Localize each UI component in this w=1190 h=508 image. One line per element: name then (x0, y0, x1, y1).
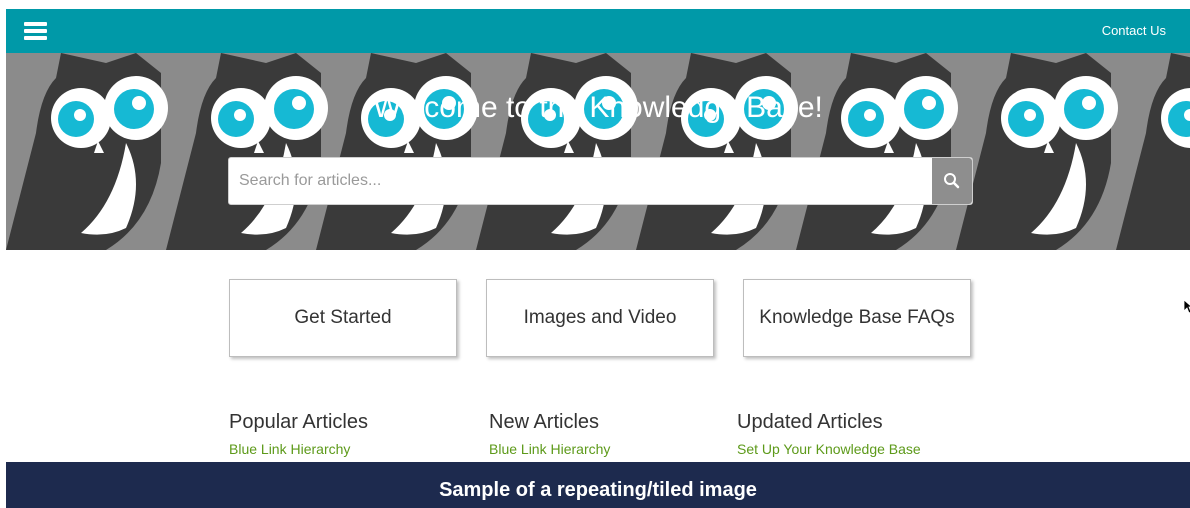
contact-us-link[interactable]: Contact Us (1102, 23, 1166, 38)
popular-articles-column: Popular Articles Blue Link Hierarchy (229, 411, 368, 457)
hero-banner: Welcome to the Knowledge Base! (6, 53, 1190, 250)
search-icon (944, 173, 960, 189)
mouse-cursor-icon (1184, 300, 1190, 314)
popular-article-link[interactable]: Blue Link Hierarchy (229, 441, 368, 457)
page-frame: Contact Us Welcome to the Knowledge Base… (6, 9, 1190, 508)
search-bar (228, 157, 973, 205)
new-articles-heading: New Articles (489, 411, 600, 433)
hero-title: Welcome to the Knowledge Base! (373, 91, 823, 124)
card-images-and-video[interactable]: Images and Video (486, 279, 714, 357)
card-get-started[interactable]: Get Started (229, 279, 457, 357)
search-button[interactable] (932, 158, 972, 204)
top-navigation-bar: Contact Us (6, 9, 1190, 53)
card-knowledge-base-faqs[interactable]: Knowledge Base FAQs (743, 279, 971, 357)
search-input[interactable] (229, 158, 929, 204)
new-articles-column: New Articles Blue Link Hierarchy (489, 411, 610, 457)
new-article-link[interactable]: Blue Link Hierarchy (489, 441, 610, 457)
updated-article-link[interactable]: Set Up Your Knowledge Base (737, 441, 921, 457)
popular-articles-heading: Popular Articles (229, 411, 368, 433)
caption-banner: Sample of a repeating/tiled image (6, 462, 1190, 508)
owl-tiled-background (6, 53, 1190, 250)
menu-icon[interactable] (24, 22, 47, 40)
updated-articles-heading: Updated Articles (737, 411, 883, 433)
updated-articles-column: Updated Articles Set Up Your Knowledge B… (737, 411, 921, 457)
